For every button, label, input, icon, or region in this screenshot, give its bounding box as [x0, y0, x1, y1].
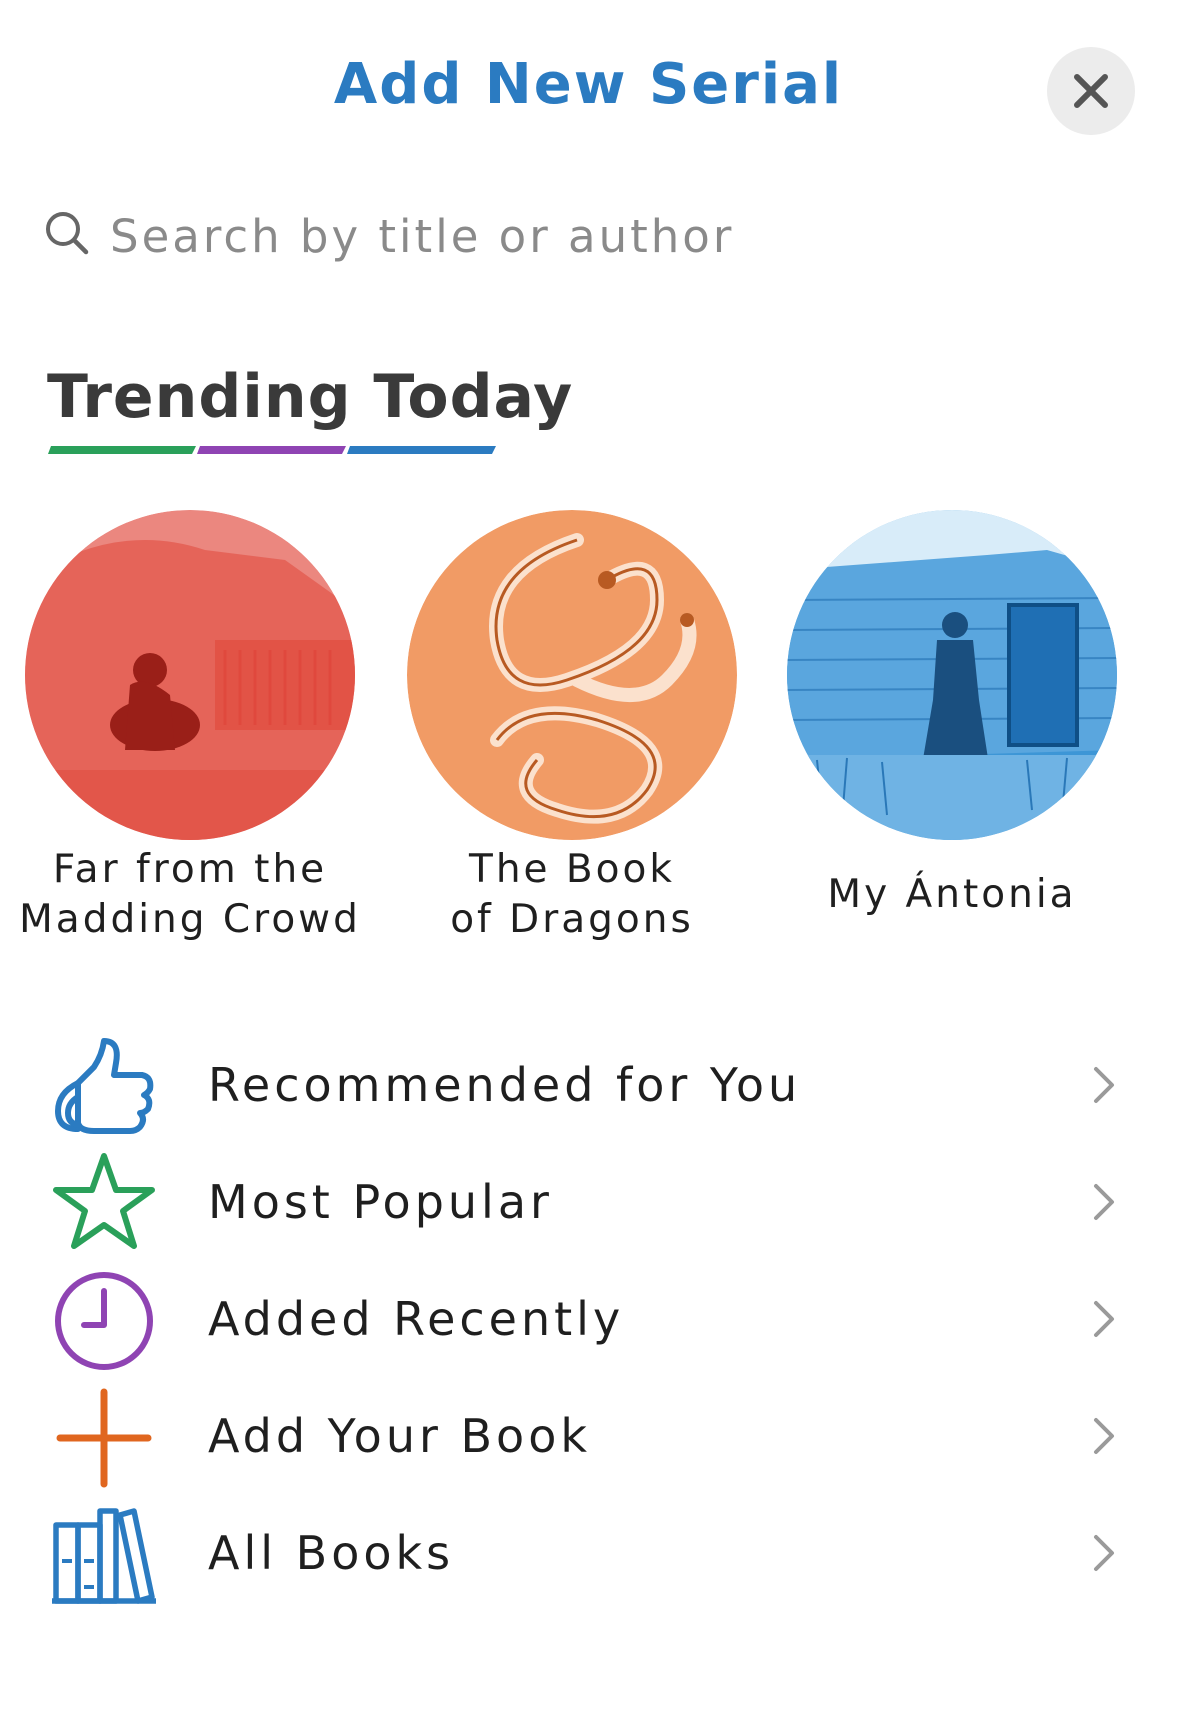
- book-cover: [407, 510, 737, 840]
- chevron-right-icon: [1094, 1535, 1114, 1571]
- menu-item-label: Recommended for You: [208, 1058, 802, 1112]
- trending-books: Far from the Madding Crowd The Book of D…: [0, 510, 1177, 970]
- books-icon: [52, 1508, 156, 1604]
- chevron-right-icon: [1094, 1067, 1114, 1103]
- chevron-right-icon: [1094, 1301, 1114, 1337]
- heading-underline: [48, 446, 496, 454]
- menu-item-label: All Books: [208, 1526, 455, 1580]
- menu-item-most-popular[interactable]: Most Popular: [0, 1142, 1177, 1262]
- section-heading: Trending Today: [47, 362, 574, 432]
- plus-icon: [56, 1388, 152, 1488]
- header: Add New Serial: [0, 0, 1177, 170]
- book-card[interactable]: My Ántonia: [762, 510, 1142, 970]
- thumbs-up-icon: [55, 1038, 154, 1134]
- search-input[interactable]: [110, 200, 1110, 272]
- search-icon: [46, 212, 89, 255]
- book-card[interactable]: Far from the Madding Crowd: [0, 510, 380, 970]
- menu-item-add-your-book[interactable]: Add Your Book: [0, 1376, 1177, 1496]
- book-title: Far from the Madding Crowd: [19, 847, 361, 942]
- menu-item-all-books[interactable]: All Books: [0, 1493, 1177, 1613]
- clock-icon: [55, 1272, 153, 1370]
- close-button[interactable]: [1047, 47, 1135, 135]
- book-card[interactable]: The Book of Dragons: [382, 510, 762, 970]
- menu-item-recommended[interactable]: Recommended for You: [0, 1025, 1177, 1145]
- close-icon: [1074, 74, 1108, 108]
- menu-item-label: Most Popular: [208, 1175, 553, 1229]
- page-title: Add New Serial: [333, 52, 844, 117]
- menu-item-label: Add Your Book: [208, 1409, 591, 1463]
- search-bar: [44, 200, 1134, 272]
- book-cover: [25, 510, 355, 840]
- chevron-right-icon: [1094, 1418, 1114, 1454]
- menu-item-added-recently[interactable]: Added Recently: [0, 1259, 1177, 1379]
- chevron-right-icon: [1094, 1184, 1114, 1220]
- book-title: The Book of Dragons: [450, 847, 694, 942]
- book-title: My Ántonia: [827, 872, 1077, 917]
- book-cover: [787, 510, 1117, 840]
- menu-item-label: Added Recently: [208, 1292, 625, 1346]
- star-icon: [53, 1153, 155, 1249]
